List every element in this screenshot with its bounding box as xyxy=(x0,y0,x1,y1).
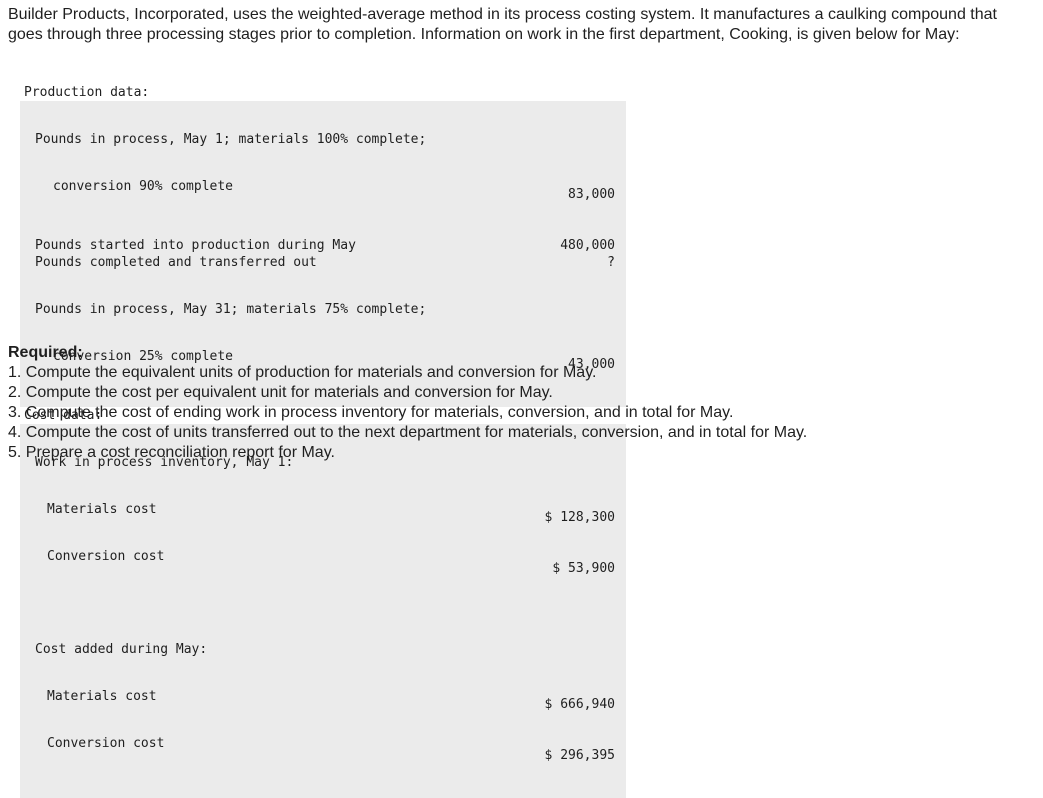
list-item: 3. Compute the cost of ending work in pr… xyxy=(8,404,734,421)
row-value: $ 296,395 xyxy=(544,748,615,763)
table-row: Pounds started into production during Ma… xyxy=(20,237,626,254)
list-item: 2. Compute the cost per equivalent unit … xyxy=(8,384,553,401)
row-value: 83,000 xyxy=(568,187,615,202)
required-list: 1. Compute the equivalent units of produ… xyxy=(8,363,1033,463)
row-value: 480,000 xyxy=(560,238,615,253)
row-value: ? xyxy=(607,255,615,270)
production-header: Production data: xyxy=(24,85,150,100)
row-label: Conversion cost xyxy=(47,736,165,751)
table-row: Cost added during May: Materials cost Co… xyxy=(20,611,626,798)
row-label: Conversion cost xyxy=(47,549,165,564)
row-label-cont: conversion 90% complete xyxy=(53,179,234,194)
table-row: Pounds completed and transferred out ? xyxy=(20,254,626,271)
table-row: Pounds in process, May 1; materials 100%… xyxy=(20,101,626,237)
row-label: Materials cost xyxy=(47,502,157,517)
required-section: Required: 1. Compute the equivalent unit… xyxy=(8,343,1033,463)
row-value: $ 128,300 xyxy=(544,510,615,525)
required-heading: Required: xyxy=(8,344,83,361)
row-label: Materials cost xyxy=(47,689,157,704)
row-label: Pounds started into production during Ma… xyxy=(35,238,356,253)
row-label: Pounds completed and transferred out xyxy=(35,255,317,270)
row-value: $ 53,900 xyxy=(552,561,615,576)
problem-intro: Builder Products, Incorporated, uses the… xyxy=(8,6,997,43)
row-label: Pounds in process, May 31; materials 75%… xyxy=(35,302,427,317)
production-header-row: Production data: xyxy=(20,84,626,101)
list-item: 4. Compute the cost of units transferred… xyxy=(8,424,808,441)
row-label: Pounds in process, May 1; materials 100%… xyxy=(35,132,427,147)
row-value: $ 666,940 xyxy=(544,697,615,712)
list-item: 1. Compute the equivalent units of produ… xyxy=(8,364,597,381)
added-header: Cost added during May: xyxy=(35,642,208,657)
list-item: 5. Prepare a cost reconciliation report … xyxy=(8,444,335,461)
